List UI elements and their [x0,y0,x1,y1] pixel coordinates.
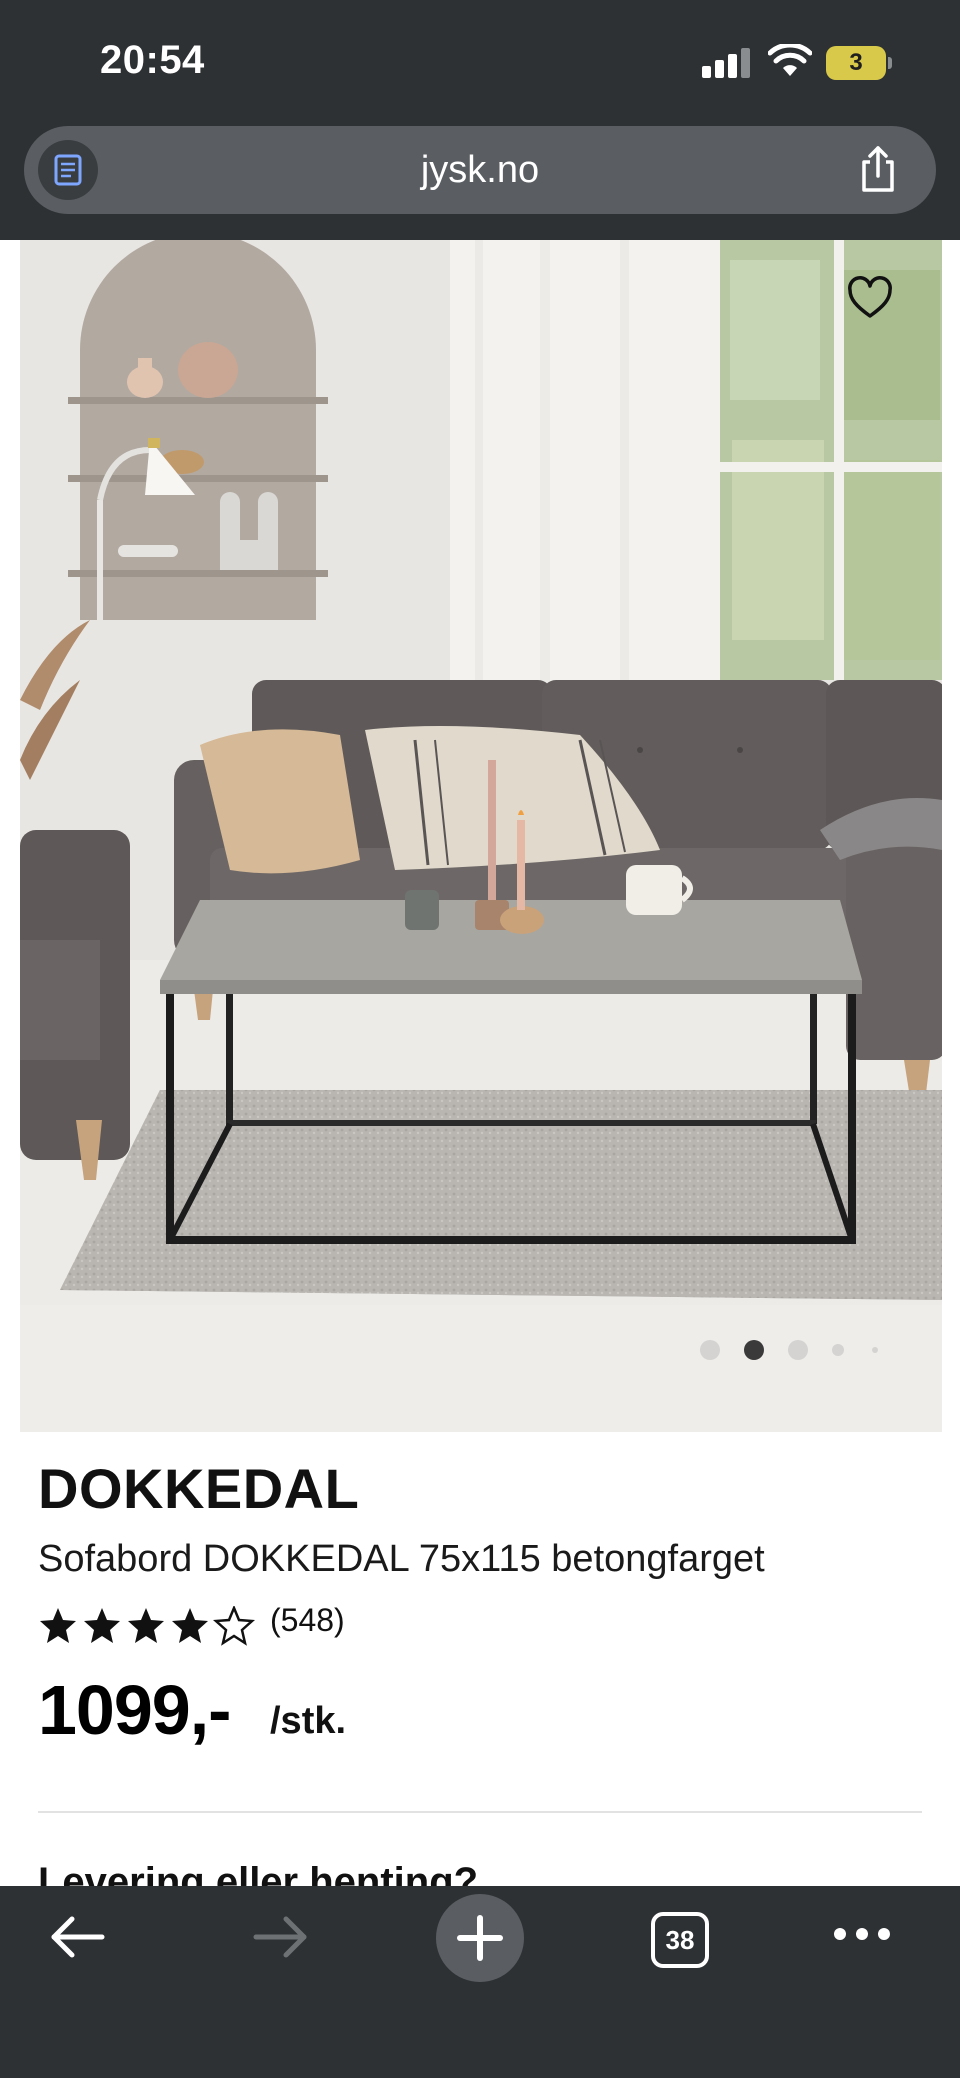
url-text[interactable]: jysk.no [24,126,936,214]
gallery-dot[interactable] [872,1347,878,1353]
address-bar[interactable]: jysk.no [24,126,936,214]
section-divider [38,1811,922,1813]
product-photo[interactable] [20,240,942,1432]
product-description: Sofabord DOKKEDAL 75x115 betongfarget [38,1538,765,1580]
status-bar: 20:54 3 [0,0,960,118]
price-unit: /stk. [270,1700,347,1742]
reader-mode-icon [54,154,82,186]
more-dots-icon[interactable] [832,1922,892,1946]
rating-stars [40,1606,254,1645]
heart-outline-icon[interactable] [846,274,894,322]
tabs-icon[interactable]: 38 [651,1912,709,1968]
gallery-dot[interactable] [700,1340,720,1360]
product-image-gallery[interactable] [20,240,942,1432]
share-icon[interactable] [850,142,906,198]
battery-level: 3 [849,49,863,76]
gallery-dot[interactable] [788,1340,808,1360]
product-name: DOKKEDAL [38,1457,360,1520]
gallery-dot-active[interactable] [744,1340,764,1360]
new-tab-button[interactable] [436,1894,524,1982]
gallery-dot[interactable] [832,1344,844,1356]
wifi-icon [768,44,812,76]
star-filled-icon [40,1608,76,1643]
review-count[interactable]: (548) [270,1602,345,1639]
star-filled-icon [84,1608,120,1643]
arrow-right-icon[interactable] [250,1912,310,1962]
plus-icon [457,1915,503,1961]
star-empty-icon [214,1606,254,1645]
gallery-pagination[interactable] [700,1338,920,1362]
star-filled-icon [128,1608,164,1643]
browser-bottom-toolbar: 38 [0,1886,960,2078]
arrow-left-icon[interactable] [48,1912,108,1962]
reader-mode-button[interactable] [38,140,98,200]
star-filled-icon [172,1608,208,1643]
browser-address-area: jysk.no [0,118,960,240]
tabs-count: 38 [665,1925,695,1955]
cellular-signal-icon [702,48,750,78]
product-price: 1099,- [38,1671,231,1749]
battery-icon: 3 [826,46,892,80]
status-time: 20:54 [100,38,205,82]
